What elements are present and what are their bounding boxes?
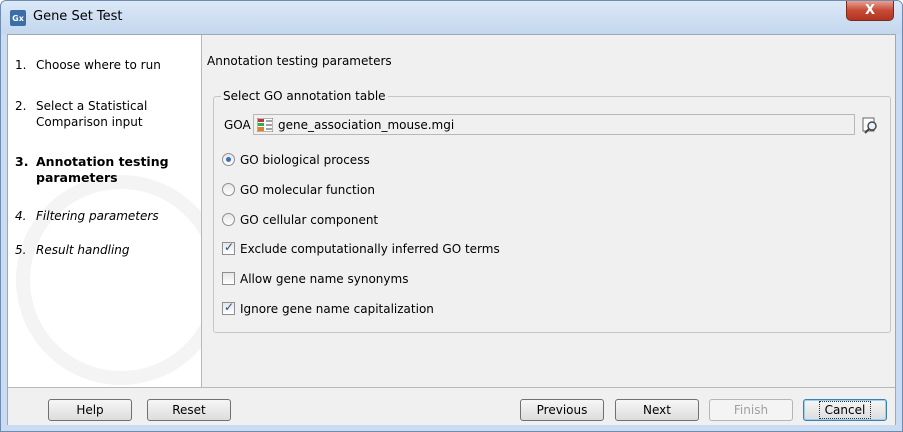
option-label: GO cellular component: [240, 213, 379, 227]
step-number: 5.: [15, 243, 27, 257]
radio-button[interactable]: [222, 153, 235, 166]
cancel-button[interactable]: Cancel: [803, 399, 887, 421]
step-label: Select a Statistical Comparison input: [36, 99, 148, 129]
goa-label: GOA: [224, 118, 251, 132]
radio-button[interactable]: [222, 213, 235, 226]
radio-button[interactable]: [222, 183, 235, 196]
dialog-window: Gx Gene Set Test X 1. Choose where to ru…: [0, 0, 903, 432]
help-button[interactable]: Help: [48, 399, 132, 421]
step-number: 3.: [15, 154, 29, 169]
checkbox[interactable]: [222, 240, 235, 255]
parameters-panel: Annotation testing parameters Select GO …: [203, 35, 895, 387]
watermark-logo: [16, 175, 201, 385]
option-label: Exclude computationally inferred GO term…: [240, 242, 500, 256]
step-number: 2.: [15, 99, 27, 113]
checkbox[interactable]: [222, 272, 235, 285]
goa-table-value: gene_association_mouse.mgi: [278, 118, 455, 132]
gx-app-icon: Gx: [10, 10, 26, 26]
goa-table-field[interactable]: gene_association_mouse.mgi: [253, 114, 855, 135]
group-title: Select GO annotation table: [221, 89, 388, 103]
step-number: 4.: [15, 209, 27, 223]
step-label: Annotation testing parameters: [36, 154, 169, 185]
wizard-steps-panel: 1. Choose where to run 2. Select a Stati…: [8, 35, 202, 387]
step-label: Filtering parameters: [36, 209, 159, 223]
previous-button[interactable]: Previous: [520, 399, 604, 421]
reset-button[interactable]: Reset: [147, 399, 231, 421]
dialog-client: 1. Choose where to run 2. Select a Stati…: [7, 34, 896, 425]
finish-button[interactable]: Finish: [709, 399, 793, 421]
step-label: Result handling: [36, 243, 130, 257]
step-label: Choose where to run: [36, 58, 161, 72]
checkbox[interactable]: [222, 300, 235, 315]
option-label: Allow gene name synonyms: [240, 272, 409, 286]
browse-icon[interactable]: [861, 116, 879, 134]
table-icon: [257, 118, 273, 132]
close-icon[interactable]: X: [846, 1, 894, 21]
title-bar[interactable]: Gx Gene Set Test X: [1, 1, 902, 34]
cancel-label: Cancel: [818, 401, 872, 419]
step-number: 1.: [15, 58, 27, 72]
next-button[interactable]: Next: [615, 399, 699, 421]
option-label: GO biological process: [240, 153, 370, 167]
section-title: Annotation testing parameters: [207, 54, 392, 68]
button-bar: Help Reset Previous Next Finish Cancel: [8, 387, 895, 425]
option-label: GO molecular function: [240, 183, 375, 197]
window-title: Gene Set Test: [33, 9, 123, 24]
option-label: Ignore gene name capitalization: [240, 302, 434, 316]
